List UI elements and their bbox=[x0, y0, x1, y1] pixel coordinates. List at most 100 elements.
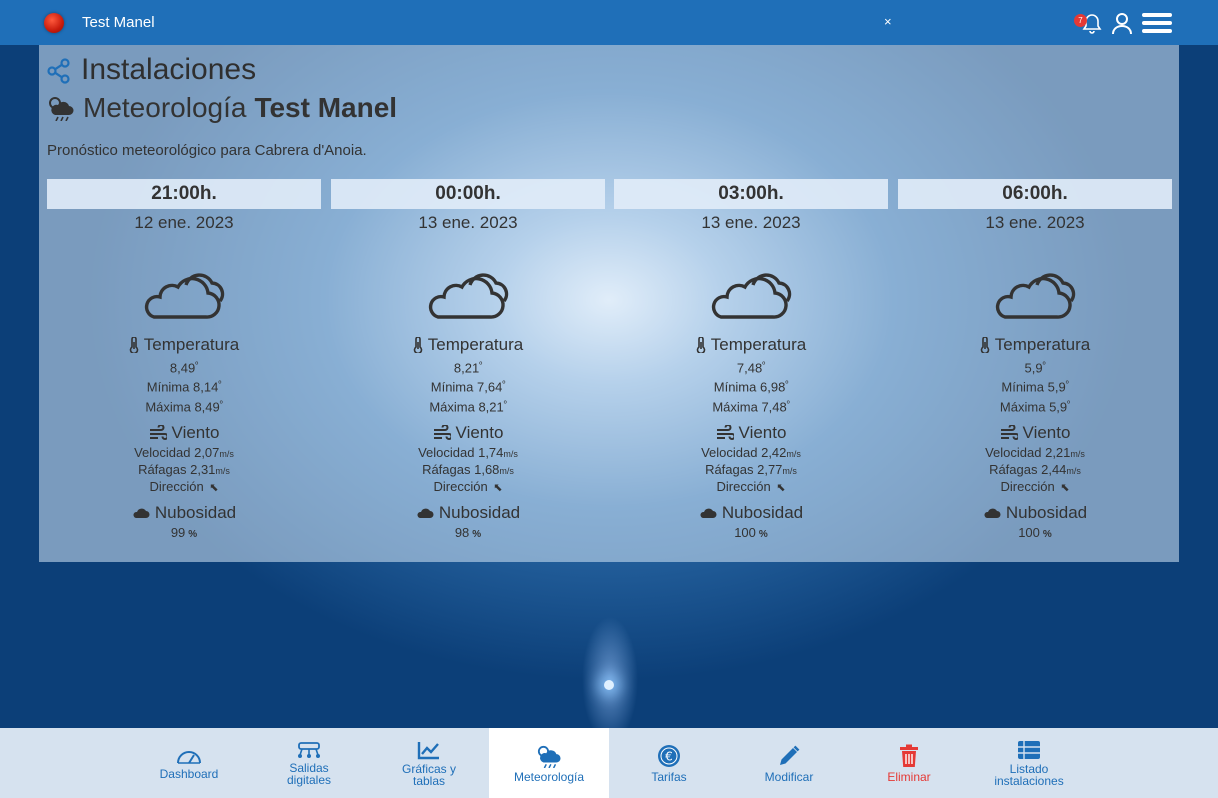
section-title: Instalaciones bbox=[81, 53, 257, 86]
cloudiness-label: Nubosidad bbox=[154, 502, 237, 522]
nav-charts-label-1: Gráficas y bbox=[401, 761, 456, 776]
installation-title: Test Manel bbox=[82, 14, 155, 31]
thermometer-icon bbox=[980, 337, 990, 353]
temperature-value: 5,9º bbox=[1024, 360, 1046, 376]
forecast-card: 06:00h. 13 ene. 2023 Temperatura 5,9º Mí… bbox=[898, 179, 1172, 540]
thermometer-icon bbox=[413, 337, 423, 353]
nav-modify-label: Modificar bbox=[764, 769, 814, 784]
nav-dashboard[interactable]: Dashboard bbox=[129, 728, 249, 798]
temperature-max: Máxima 5,9º bbox=[999, 398, 1071, 414]
nav-installations-label-1: Listado bbox=[1009, 761, 1049, 776]
nav-modify[interactable]: Modificar bbox=[729, 728, 849, 798]
top-bar: Test Manel × 7 bbox=[0, 0, 1218, 45]
cloud-icon bbox=[995, 273, 1076, 319]
temperature-min: Mínima 5,9º bbox=[1001, 379, 1069, 395]
wind-label: Viento bbox=[1022, 422, 1071, 442]
cloudiness-value: 100% bbox=[614, 525, 888, 543]
wind-label: Viento bbox=[738, 422, 787, 442]
forecast-time: 00:00h. bbox=[331, 179, 605, 209]
temperature-min: Mínima 6,98º bbox=[713, 379, 789, 395]
wind-speed: Velocidad 1,74m/s bbox=[418, 444, 518, 460]
network-icon bbox=[298, 741, 320, 758]
temperature-title: Temperatura bbox=[331, 335, 605, 355]
arrow-up-left-icon: ⬉ bbox=[776, 481, 786, 494]
cloud-icon bbox=[144, 273, 225, 319]
forecast-cards: 21:00h. 12 ene. 2023 Temperatura 8,49º M… bbox=[47, 179, 1172, 540]
wind-label: Viento bbox=[171, 422, 220, 442]
percent-icon: % bbox=[1042, 528, 1052, 540]
wind-title: Viento bbox=[331, 423, 605, 443]
forecast-card: 03:00h. 13 ene. 2023 Temperatura 7,48º M… bbox=[614, 179, 888, 540]
nav-weather-label: Meteorología bbox=[513, 769, 585, 784]
cloud-icon bbox=[428, 273, 509, 319]
forecast-date: 12 ene. 2023 bbox=[134, 213, 234, 232]
forecast-date: 13 ene. 2023 bbox=[985, 213, 1085, 232]
close-button[interactable]: × bbox=[884, 14, 892, 29]
temperature-label: Temperatura bbox=[994, 335, 1091, 354]
temperature-min: Mínima 7,64º bbox=[430, 379, 506, 395]
list-icon bbox=[1018, 740, 1040, 759]
cloud-small-icon bbox=[700, 508, 717, 518]
cloudiness-label: Nubosidad bbox=[1005, 502, 1088, 522]
nav-digital-outputs-label-1: Salidas bbox=[289, 760, 329, 775]
cloudiness-value: 100% bbox=[898, 525, 1172, 543]
wind-gusts: Ráfagas 1,68m/s bbox=[422, 461, 514, 477]
percent-icon: % bbox=[472, 528, 482, 540]
forecast-card: 00:00h. 13 ene. 2023 Temperatura 8,21º M… bbox=[331, 179, 605, 540]
nav-delete[interactable]: Eliminar bbox=[849, 728, 969, 798]
nav-delete-label: Eliminar bbox=[887, 769, 931, 784]
temperature-max: Máxima 8,21º bbox=[429, 398, 507, 414]
percent-icon: % bbox=[758, 528, 768, 540]
wind-title: Viento bbox=[898, 423, 1172, 443]
cloudiness-title: Nubosidad bbox=[898, 503, 1172, 523]
nav-installations-label-2: instalaciones bbox=[994, 773, 1064, 788]
subtitle-installation: Test Manel bbox=[254, 92, 398, 123]
wind-speed: Velocidad 2,21m/s bbox=[985, 444, 1085, 460]
menu-icon[interactable] bbox=[1142, 12, 1172, 34]
nav-dashboard-label: Dashboard bbox=[159, 766, 219, 781]
wind-direction: Dirección ⬉ bbox=[716, 478, 786, 494]
forecast-time: 06:00h. bbox=[898, 179, 1172, 209]
trash-icon bbox=[900, 744, 918, 767]
status-indicator bbox=[44, 13, 64, 33]
cloudiness-label: Nubosidad bbox=[438, 502, 521, 522]
nav-rates[interactable]: € Tarifas bbox=[609, 728, 729, 798]
temperature-value: 8,49º bbox=[169, 360, 199, 376]
gauge-icon bbox=[177, 750, 201, 764]
nav-rates-label: Tarifas bbox=[651, 769, 687, 784]
wind-icon bbox=[433, 424, 451, 440]
temperature-max: Máxima 8,49º bbox=[145, 398, 223, 414]
forecast-date: 13 ene. 2023 bbox=[418, 213, 518, 232]
bottom-navigation: Dashboard Salidas digitales Gráficas y t… bbox=[0, 728, 1218, 798]
forecast-card: 21:00h. 12 ene. 2023 Temperatura 8,49º M… bbox=[47, 179, 321, 540]
wind-direction: Dirección ⬉ bbox=[1000, 478, 1070, 494]
background-star bbox=[604, 680, 614, 690]
temperature-label: Temperatura bbox=[143, 335, 240, 354]
temperature-value: 8,21º bbox=[453, 360, 483, 376]
arrow-up-left-icon: ⬉ bbox=[493, 481, 503, 494]
nav-digital-outputs[interactable]: Salidas digitales bbox=[249, 728, 369, 798]
user-icon[interactable] bbox=[1110, 11, 1134, 35]
temperature-label: Temperatura bbox=[427, 335, 524, 354]
wind-title: Viento bbox=[47, 423, 321, 443]
nav-charts[interactable]: Gráficas y tablas bbox=[369, 728, 489, 798]
temperature-min: Mínima 8,14º bbox=[146, 379, 222, 395]
cloudiness-label: Nubosidad bbox=[721, 502, 804, 522]
temperature-title: Temperatura bbox=[898, 335, 1172, 355]
cloudiness-title: Nubosidad bbox=[47, 503, 321, 523]
weather-rain-icon bbox=[49, 97, 74, 121]
thermometer-icon bbox=[696, 337, 706, 353]
temperature-value: 7,48º bbox=[736, 360, 766, 376]
cloud-small-icon bbox=[984, 508, 1001, 518]
arrow-up-left-icon: ⬉ bbox=[1060, 481, 1070, 494]
nav-installations-list[interactable]: Listado instalaciones bbox=[969, 728, 1089, 798]
weather-rain-icon bbox=[537, 745, 561, 768]
wind-icon bbox=[716, 424, 734, 440]
nav-weather[interactable]: Meteorología bbox=[489, 728, 609, 798]
wind-icon bbox=[1000, 424, 1018, 440]
forecast-date: 13 ene. 2023 bbox=[701, 213, 801, 232]
nav-digital-outputs-label-2: digitales bbox=[286, 772, 332, 787]
forecast-time: 21:00h. bbox=[47, 179, 321, 209]
cloud-small-icon bbox=[133, 508, 150, 518]
cloudiness-title: Nubosidad bbox=[331, 503, 605, 523]
